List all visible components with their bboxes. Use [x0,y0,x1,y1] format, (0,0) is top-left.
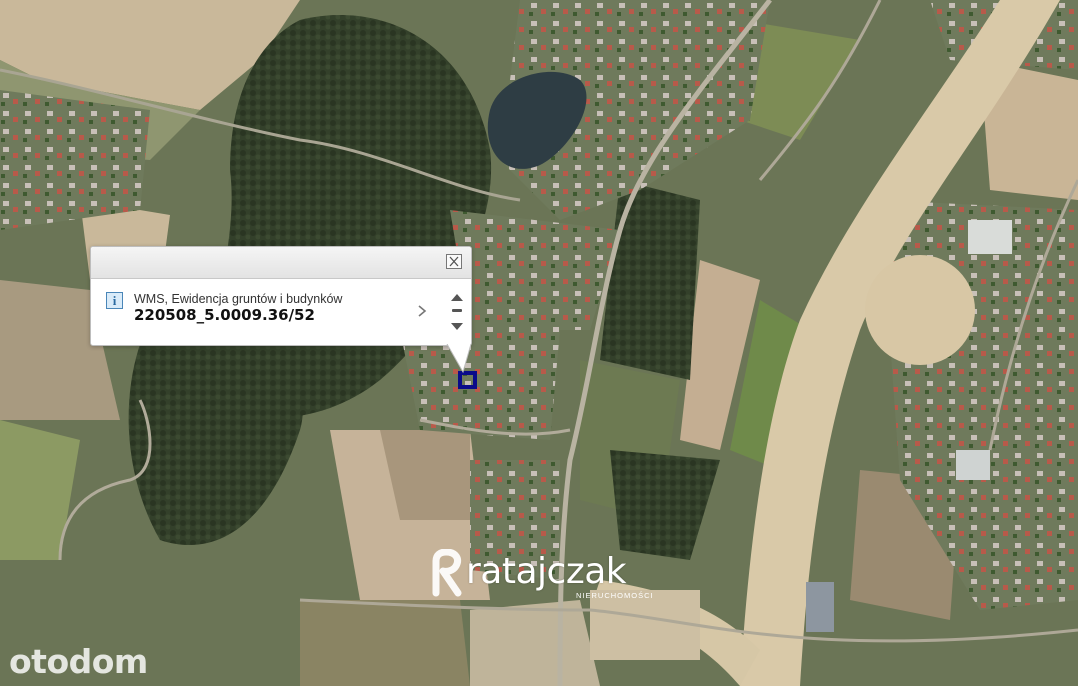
close-icon [449,256,459,267]
field [470,600,600,686]
brand-logo-icon [432,549,462,597]
scroll-up-button[interactable] [449,290,465,302]
arrow-up-icon [451,294,463,301]
brand-watermark: ratajczak NIERUCHOMOŚCI [430,549,660,601]
info-icon: i [106,292,123,309]
building [968,220,1012,254]
residential-area [0,90,150,230]
residential-area [450,210,620,330]
brand-name: ratajczak [466,551,627,592]
scroll-down-button[interactable] [449,320,465,332]
layer-name: WMS, Ewidencja gruntów i budynków [134,292,343,306]
residential-area [400,330,560,440]
popup-pointer [446,344,472,374]
feature-info-popup: i WMS, Ewidencja gruntów i budynków 2205… [90,246,472,374]
close-button[interactable] [446,254,462,269]
parcel-id: 220508_5.0009.36/52 [134,306,315,324]
minus-icon [452,309,462,312]
field [300,600,470,686]
popup-header [91,247,471,279]
chevron-right-icon [418,305,427,317]
building [806,582,834,632]
building [956,450,990,480]
construction-area [865,255,975,365]
next-result-button[interactable] [416,303,428,319]
site-watermark: otodom [9,642,148,681]
arrow-down-icon [451,323,463,330]
brand-subtitle: NIERUCHOMOŚCI [576,591,654,600]
